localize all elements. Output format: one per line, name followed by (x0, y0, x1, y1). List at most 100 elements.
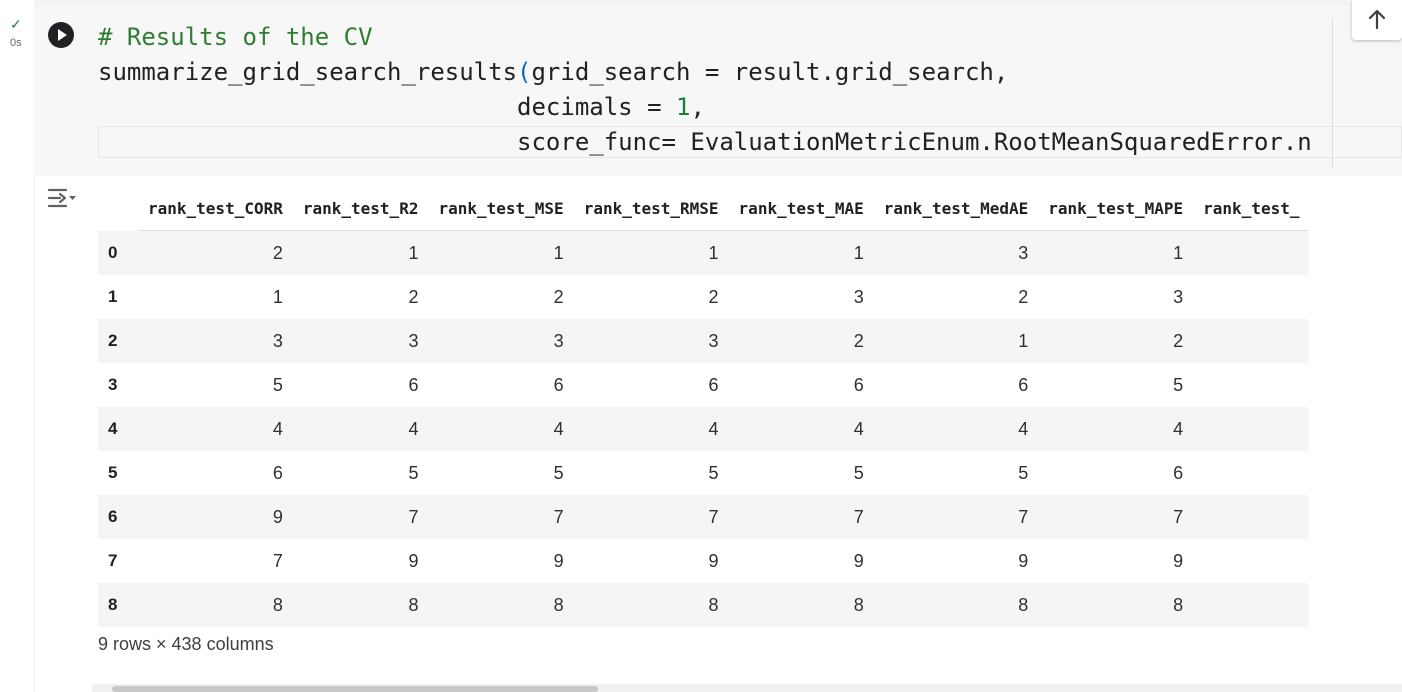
table-cell: 2 (272, 242, 283, 263)
column-header: rank_test_MAE (728, 186, 874, 231)
table-header-row: rank_test_CORR rank_test_R2 rank_test_MSE r… (98, 186, 1310, 231)
code-argument-score-func: score_func= EvaluationMetricEnum.RootMea… (517, 128, 1312, 156)
row-index: 5 (108, 463, 118, 482)
cell-gutter: ✓ 0s (0, 0, 35, 692)
code-number: 1 (675, 93, 691, 121)
table-cell: 2 (1018, 286, 1029, 307)
table-cell: 6 (1018, 374, 1029, 395)
table-cell: 3 (553, 330, 564, 351)
table-row: 7 7 9 9 9 9 9 9 (98, 539, 1309, 583)
code-open-paren: ( (517, 58, 532, 86)
table-cell: 7 (553, 506, 564, 527)
editor-ruler (1332, 18, 1333, 168)
column-header: rank_test_MSE (428, 186, 574, 231)
table-cell: 9 (1018, 550, 1029, 571)
table-cell: 3 (1173, 286, 1184, 307)
table-body: 0211113111222323233332123566666544444444… (98, 230, 1310, 627)
column-header: rank_test_CORR (138, 186, 293, 231)
column-header: rank_test_RMSE (573, 186, 729, 231)
table-cell: 5 (553, 462, 564, 483)
dataframe-shape: 9 rows × 438 columns (98, 634, 274, 654)
table-cell: 2 (553, 286, 564, 307)
table-cell: 3 (272, 330, 283, 351)
column-header: rank_test_MAPE (1038, 186, 1194, 231)
row-index: 0 (108, 242, 118, 262)
table-cell: 7 (1018, 506, 1029, 527)
table-cell: 2 (708, 286, 719, 307)
table-cell: 3 (408, 330, 419, 351)
table-cell (1193, 539, 1309, 583)
table-cell: 1 (272, 286, 283, 307)
table-row: 5 6 5 5 5 5 5 6 (98, 451, 1309, 495)
table-cell: 4 (272, 418, 283, 439)
table-cell: 6 (553, 374, 564, 395)
row-index: 1 (108, 287, 118, 306)
code-argument-grid-search: grid_search = result.grid_search, (531, 58, 1009, 86)
table-cell: 5 (1173, 374, 1184, 395)
table-row: 4 4 4 4 4 4 4 4 (98, 407, 1310, 451)
dataframe-table: rank_test_CORR rank_test_R2 rank_test_MSE r… (98, 186, 1310, 627)
row-index: 3 (108, 375, 118, 394)
table-row: 0 2 1 1 1 1 3 1 (98, 230, 1310, 276)
table-cell: 8 (553, 594, 564, 615)
table-cell: 1 (553, 242, 564, 263)
table-cell: 9 (272, 506, 283, 527)
table-cell: 2 (1173, 330, 1184, 351)
column-header: rank_test_ (1193, 186, 1310, 231)
code-function-name: summarize_grid_search_results (98, 58, 518, 86)
horizontal-scrollbar-thumb[interactable] (112, 686, 598, 692)
row-index: 7 (108, 551, 118, 570)
row-index: 2 (108, 331, 118, 350)
row-index: 6 (108, 507, 118, 526)
table-cell: 9 (408, 550, 419, 571)
table-cell: 5 (272, 374, 283, 395)
move-cell-up-button[interactable] (1352, 0, 1402, 40)
table-cell: 5 (1018, 462, 1029, 483)
code-comment: # Results of the CV (98, 23, 373, 51)
index-header (98, 186, 138, 231)
output-options-icon[interactable] (46, 186, 78, 212)
table-cell: 1 (708, 242, 719, 263)
table-cell: 8 (708, 594, 719, 615)
table-cell: 4 (408, 418, 419, 439)
table-cell: 7 (1173, 506, 1184, 527)
row-index: 8 (108, 595, 118, 614)
table-cell: 5 (708, 462, 719, 483)
table-cell (1193, 363, 1309, 407)
check-icon: ✓ (10, 16, 22, 32)
table-cell: 6 (408, 374, 419, 395)
execution-time: 0s (10, 37, 22, 49)
run-cell-button[interactable] (48, 22, 74, 48)
table-cell: 6 (853, 374, 864, 395)
table-cell: 8 (272, 594, 283, 615)
table-cell: 1 (1018, 330, 1029, 351)
column-header: rank_test_MedAE (873, 186, 1039, 231)
table-row: 8 8 8 8 8 8 8 8 (98, 583, 1310, 627)
table-cell: 8 (1173, 594, 1184, 615)
table-cell: 4 (1018, 418, 1029, 439)
table-cell: 3 (853, 286, 864, 307)
table-cell: 4 (553, 418, 564, 439)
table-cell: 5 (853, 462, 864, 483)
table-cell: 3 (708, 330, 719, 351)
code-text[interactable]: # Results of the CV summarize_grid_searc… (98, 20, 1312, 160)
table-cell (1193, 583, 1309, 627)
table-cell: 4 (853, 418, 864, 439)
table-cell (1193, 319, 1309, 363)
table-cell (1193, 275, 1309, 319)
table-cell: 6 (1173, 462, 1184, 483)
table-cell: 8 (408, 594, 419, 615)
code-argument-decimals: decimals = (517, 93, 676, 121)
table-cell (1193, 451, 1309, 495)
table-cell: 7 (408, 506, 419, 527)
table-cell: 4 (708, 418, 719, 439)
arrow-up-icon (1368, 9, 1386, 30)
table-cell: 6 (272, 462, 283, 483)
table-cell: 7 (708, 506, 719, 527)
table-cell: 2 (408, 286, 419, 307)
table-cell (1193, 231, 1309, 276)
table-cell: 8 (853, 594, 864, 615)
code-comma: , (690, 93, 705, 121)
table-cell: 9 (853, 550, 864, 571)
